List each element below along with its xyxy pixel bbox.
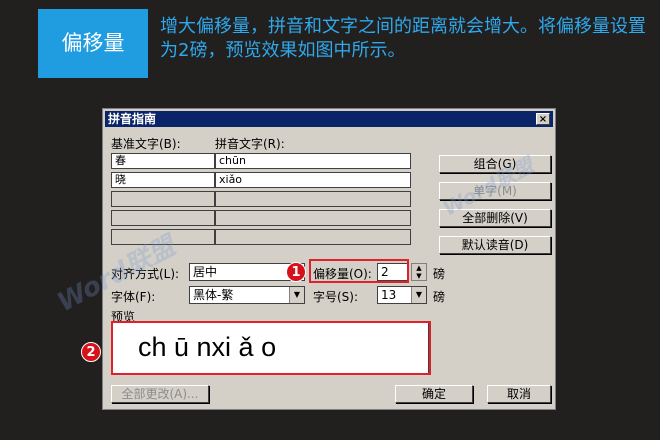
size-label: 字号(S): [313, 290, 359, 304]
size-dropdown[interactable]: 13 ▼ [377, 286, 427, 304]
stepper-up-icon[interactable]: ▲ [412, 264, 426, 272]
chevron-down-icon[interactable]: ▼ [411, 287, 426, 303]
offset-unit: 磅 [433, 267, 446, 281]
close-icon: × [538, 114, 548, 125]
pinyin-text-label: 拼音文字(R): [215, 137, 285, 151]
pinyin-guide-dialog: 拼音指南 × 基准文字(B): 拼音文字(R): 春 chūn 晓 xiǎo 组… [53, 108, 556, 410]
default-reading-button[interactable]: 默认读音(D) [439, 236, 551, 254]
ok-button[interactable]: 确定 [395, 385, 473, 403]
pinyin-text-cell-3[interactable] [215, 191, 411, 207]
callout-badge-2: 2 [81, 342, 101, 362]
close-button[interactable]: × [536, 113, 550, 125]
base-text-cell-1[interactable]: 春 [111, 153, 215, 169]
pinyin-text-cell-2[interactable]: xiǎo [215, 172, 411, 188]
base-text-cell-2[interactable]: 晓 [111, 172, 215, 188]
dialog-title-bar: 拼音指南 × [105, 111, 553, 127]
size-value: 13 [381, 288, 397, 302]
base-text-label: 基准文字(B): [111, 137, 181, 151]
stepper-down-icon[interactable]: ▼ [412, 272, 426, 280]
font-value: 黑体-繁 [193, 288, 234, 302]
chevron-down-icon[interactable]: ▼ [289, 287, 304, 303]
pinyin-text-cell-5[interactable] [215, 229, 411, 245]
base-text-cell-3[interactable] [111, 191, 215, 207]
base-text-cell-4[interactable] [111, 210, 215, 226]
cancel-button[interactable]: 取消 [487, 385, 551, 403]
size-unit: 磅 [433, 290, 446, 304]
offset-highlight-box [309, 259, 409, 283]
pinyin-text-cell-4[interactable] [215, 210, 411, 226]
preview-highlight-box [111, 321, 431, 375]
pinyin-text-cell-1[interactable]: chūn [215, 153, 411, 169]
callout-badge-1: 1 [286, 262, 306, 282]
offset-stepper[interactable]: ▲ ▼ [411, 263, 427, 281]
dialog-title: 拼音指南 [108, 112, 157, 126]
header-description: 增大偏移量，拼音和文字之间的距离就会增大。将偏移量设置为2磅，预览效果如图中所示… [160, 16, 646, 61]
alignment-value: 居中 [193, 265, 218, 279]
font-dropdown[interactable]: 黑体-繁 ▼ [189, 286, 305, 304]
header-badge: 偏移量 [38, 9, 148, 78]
change-all-button[interactable]: 全部更改(A)... [111, 385, 209, 403]
